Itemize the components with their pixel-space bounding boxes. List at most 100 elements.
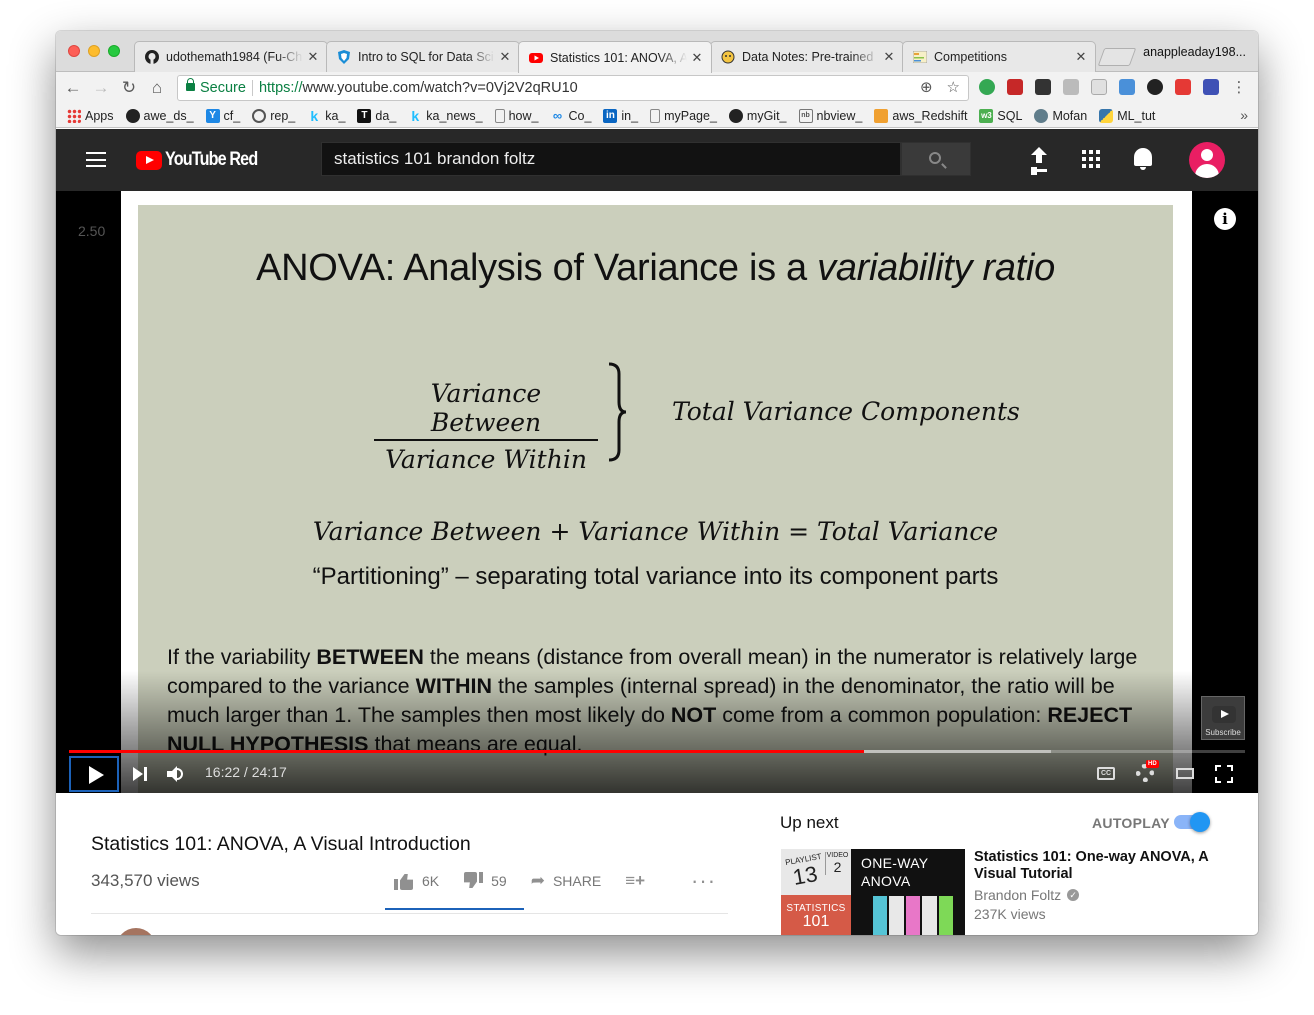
tab-sql[interactable]: Intro to SQL for Data Sci ✕	[326, 41, 520, 72]
close-icon[interactable]: ✕	[499, 49, 511, 65]
close-icon[interactable]: ✕	[691, 50, 703, 66]
thumb-video-number: 2	[833, 859, 842, 875]
up-next-title[interactable]: Statistics 101: One-way ANOVA, A Visual …	[974, 849, 1214, 883]
secure-indicator[interactable]: Secure	[178, 76, 246, 100]
bookmark-mygit[interactable]: myGit_	[728, 108, 787, 123]
minimize-window-button[interactable]	[88, 45, 100, 57]
bookmark-how[interactable]: how_	[494, 108, 538, 123]
apps-grid-icon[interactable]	[1082, 150, 1100, 168]
bookmark-rep[interactable]: rep_	[252, 108, 295, 123]
subscribe-label: Subscribe	[1205, 728, 1241, 737]
extension-calc-icon[interactable]	[1091, 79, 1107, 95]
up-next-heading: Up next	[780, 813, 839, 832]
extension-python-icon[interactable]	[1035, 79, 1051, 95]
github-icon	[728, 108, 743, 123]
close-icon[interactable]: ✕	[883, 49, 895, 65]
back-button[interactable]: ←	[62, 77, 84, 99]
bookmark-da[interactable]: Tda_	[357, 108, 396, 123]
up-next-views: 237K views	[974, 906, 1046, 922]
extension-youtube-icon[interactable]	[1175, 79, 1191, 95]
sentiment-bar	[385, 908, 524, 910]
bookmark-label: aws_Redshift	[892, 108, 968, 123]
forward-button[interactable]: →	[90, 77, 112, 99]
extension-grey-icon[interactable]	[1063, 79, 1079, 95]
profile-name[interactable]: anappleaday198...	[1143, 45, 1246, 59]
like-button[interactable]: 6K	[394, 872, 439, 890]
bookmark-awe-ds[interactable]: awe_ds_	[125, 108, 194, 123]
infinity-icon: ∞	[552, 108, 563, 123]
bookmark-label: Co_	[568, 108, 592, 123]
bookmark-cf[interactable]: Ycf_	[205, 108, 241, 123]
dislike-button[interactable]: 59	[463, 872, 507, 890]
bookmark-ka-news[interactable]: k ka_news_	[408, 108, 482, 124]
bookmark-apps[interactable]: Apps	[67, 108, 114, 123]
bookmark-ka[interactable]: k ka_	[307, 107, 345, 124]
bookmark-co[interactable]: ∞ Co_	[550, 108, 592, 123]
extension-blue-icon[interactable]	[1119, 79, 1135, 95]
next-video-icon[interactable]	[133, 767, 149, 781]
bookmark-ml-tut[interactable]: ML_tut	[1099, 108, 1156, 123]
thumbs-up-icon	[394, 872, 414, 890]
tab-label: Intro to SQL for Data Sci	[358, 50, 494, 64]
info-icon[interactable]: i	[1214, 208, 1236, 230]
reload-button[interactable]: ↻	[118, 77, 140, 99]
zoom-icon[interactable]: ⊕	[920, 76, 933, 100]
more-actions-icon[interactable]: ···	[691, 870, 716, 892]
fraction-numerator: Variance Between	[374, 379, 598, 441]
close-icon[interactable]: ✕	[1075, 49, 1087, 65]
logo-text: YouTube Red	[165, 149, 258, 170]
chevron-more-icon[interactable]: »	[1240, 107, 1248, 123]
share-button[interactable]: ➦ SHARE	[531, 871, 601, 891]
bookmark-sql[interactable]: w3 SQL	[979, 108, 1022, 123]
captions-button[interactable]: CC	[1097, 767, 1115, 780]
search-button[interactable]	[901, 142, 971, 176]
apps-grid-icon	[67, 108, 81, 123]
play-button[interactable]	[69, 756, 119, 792]
share-label: SHARE	[552, 873, 602, 889]
theater-mode-icon[interactable]	[1176, 768, 1194, 779]
extension-red-book-icon[interactable]	[1007, 79, 1023, 95]
maximize-window-button[interactable]	[108, 45, 120, 57]
bookmark-in[interactable]: in in_	[603, 108, 638, 123]
new-tab-button[interactable]	[1097, 48, 1137, 66]
kaggle-icon	[721, 50, 735, 64]
bookmark-aws-redshift[interactable]: aws_Redshift	[874, 108, 968, 123]
tab-strip: udothemath1984 (Fu-Ch ✕ Intro to SQL for…	[56, 31, 1258, 73]
search-input[interactable]: statistics 101 brandon foltz	[321, 142, 901, 176]
video-player[interactable]: 2.50 ANOVA: Analysis of Variance is a va…	[56, 191, 1258, 793]
hamburger-menu-icon[interactable]	[86, 152, 106, 168]
tab-kaggle-notes[interactable]: Data Notes: Pre-trained ✕	[710, 41, 904, 72]
home-button[interactable]: ⌂	[146, 77, 168, 99]
add-to-playlist-button[interactable]: ≡+	[625, 871, 645, 891]
menu-dots-icon[interactable]: ⋮	[1228, 77, 1250, 99]
extension-github-icon[interactable]	[1147, 79, 1163, 95]
nbviewer-icon: nb	[798, 108, 813, 123]
bookmark-label: myPage_	[664, 108, 717, 123]
close-icon[interactable]: ✕	[307, 49, 319, 65]
tab-github[interactable]: udothemath1984 (Fu-Ch ✕	[134, 41, 328, 72]
channel-avatar[interactable]	[116, 928, 156, 935]
tab-competitions[interactable]: Competitions ✕	[902, 41, 1096, 72]
extension-shield-icon[interactable]	[1203, 79, 1219, 95]
account-avatar[interactable]	[1189, 142, 1225, 178]
bookmark-label: cf_	[223, 108, 241, 123]
bookmark-mofan[interactable]: Mofan	[1034, 108, 1087, 123]
tab-youtube[interactable]: Statistics 101: ANOVA, A ✕	[518, 41, 712, 73]
notifications-bell-icon[interactable]	[1134, 148, 1152, 170]
bookmark-mypage[interactable]: myPage_	[650, 108, 717, 123]
close-window-button[interactable]	[68, 45, 80, 57]
subscribe-watermark[interactable]: Subscribe	[1201, 696, 1245, 740]
kaggle-k-icon: k	[310, 107, 319, 124]
share-arrow-icon: ➦	[530, 871, 545, 890]
autoplay-toggle[interactable]	[1174, 812, 1210, 832]
extension-green-icon[interactable]	[979, 79, 995, 95]
youtube-red-logo[interactable]: YouTube Red	[136, 149, 274, 171]
up-next-thumbnail[interactable]: PLAYLIST 13 VIDEO 2 STATISTICS 101 ONE-WA…	[781, 849, 965, 935]
bookmark-label: ML_tut	[1117, 108, 1156, 123]
bookmark-nbview[interactable]: nb nbview_	[798, 108, 862, 123]
bookmark-star-icon[interactable]: ☆	[947, 76, 960, 100]
progress-bar[interactable]	[69, 750, 1245, 753]
secure-label: Secure	[200, 80, 246, 96]
address-bar[interactable]: Secure https://www.youtube.com/watch?v=0…	[177, 75, 969, 101]
fullscreen-icon[interactable]	[1215, 765, 1233, 783]
